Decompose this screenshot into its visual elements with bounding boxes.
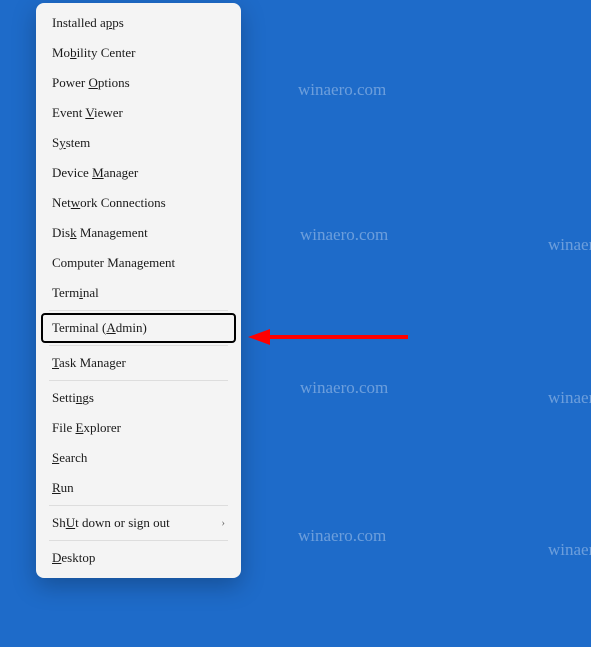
menu-item-label: Computer Management [52, 255, 175, 271]
menu-item-disk-management[interactable]: Disk Management [41, 218, 236, 248]
watermark: winaero.com [548, 540, 591, 560]
menu-item-terminal[interactable]: Terminal [41, 278, 236, 308]
watermark: winaero.com [300, 378, 388, 398]
menu-item-label: System [52, 135, 90, 151]
menu-item-label: Search [52, 450, 87, 466]
menu-item-network-connections[interactable]: Network Connections [41, 188, 236, 218]
menu-item-label: Device Manager [52, 165, 138, 181]
watermark: winaero.com [548, 235, 591, 255]
menu-item-label: Mobility Center [52, 45, 135, 61]
winx-context-menu: Installed apps Mobility Center Power Optio… [36, 3, 241, 578]
menu-item-terminal-admin[interactable]: Terminal (Admin) [41, 313, 236, 343]
menu-item-settings[interactable]: Settings [41, 383, 236, 413]
menu-item-device-manager[interactable]: Device Manager [41, 158, 236, 188]
menu-item-label: Run [52, 480, 74, 496]
watermark: winaero.com [298, 80, 386, 100]
menu-item-label: ShUt down or sign out [52, 515, 170, 531]
watermark: winaero.com [300, 225, 388, 245]
menu-item-label: Settings [52, 390, 94, 406]
menu-item-label: Network Connections [52, 195, 166, 211]
menu-item-computer-management[interactable]: Computer Management [41, 248, 236, 278]
menu-item-label: Terminal [52, 285, 99, 301]
menu-item-label: Event Viewer [52, 105, 123, 121]
annotation-arrow [248, 325, 408, 349]
menu-item-label: Disk Management [52, 225, 148, 241]
menu-item-label: File Explorer [52, 420, 121, 436]
menu-separator [49, 380, 228, 381]
menu-item-desktop[interactable]: Desktop [41, 543, 236, 573]
menu-item-label: Desktop [52, 550, 95, 566]
chevron-right-icon: › [221, 517, 225, 529]
menu-item-mobility-center[interactable]: Mobility Center [41, 38, 236, 68]
menu-separator [49, 505, 228, 506]
menu-item-label: Installed apps [52, 15, 124, 31]
menu-item-event-viewer[interactable]: Event Viewer [41, 98, 236, 128]
menu-item-label: Terminal (Admin) [52, 320, 147, 336]
menu-item-search[interactable]: Search [41, 443, 236, 473]
menu-separator [49, 345, 228, 346]
menu-item-task-manager[interactable]: Task Manager [41, 348, 236, 378]
menu-item-file-explorer[interactable]: File Explorer [41, 413, 236, 443]
menu-item-shut-down-or-sign-out[interactable]: ShUt down or sign out › [41, 508, 236, 538]
menu-item-system[interactable]: System [41, 128, 236, 158]
menu-item-installed-apps[interactable]: Installed apps [41, 8, 236, 38]
menu-item-label: Power Options [52, 75, 130, 91]
menu-separator [49, 540, 228, 541]
menu-item-label: Task Manager [52, 355, 126, 371]
menu-separator [49, 310, 228, 311]
watermark: winaero.com [548, 388, 591, 408]
menu-item-run[interactable]: Run [41, 473, 236, 503]
watermark: winaero.com [298, 526, 386, 546]
menu-item-power-options[interactable]: Power Options [41, 68, 236, 98]
